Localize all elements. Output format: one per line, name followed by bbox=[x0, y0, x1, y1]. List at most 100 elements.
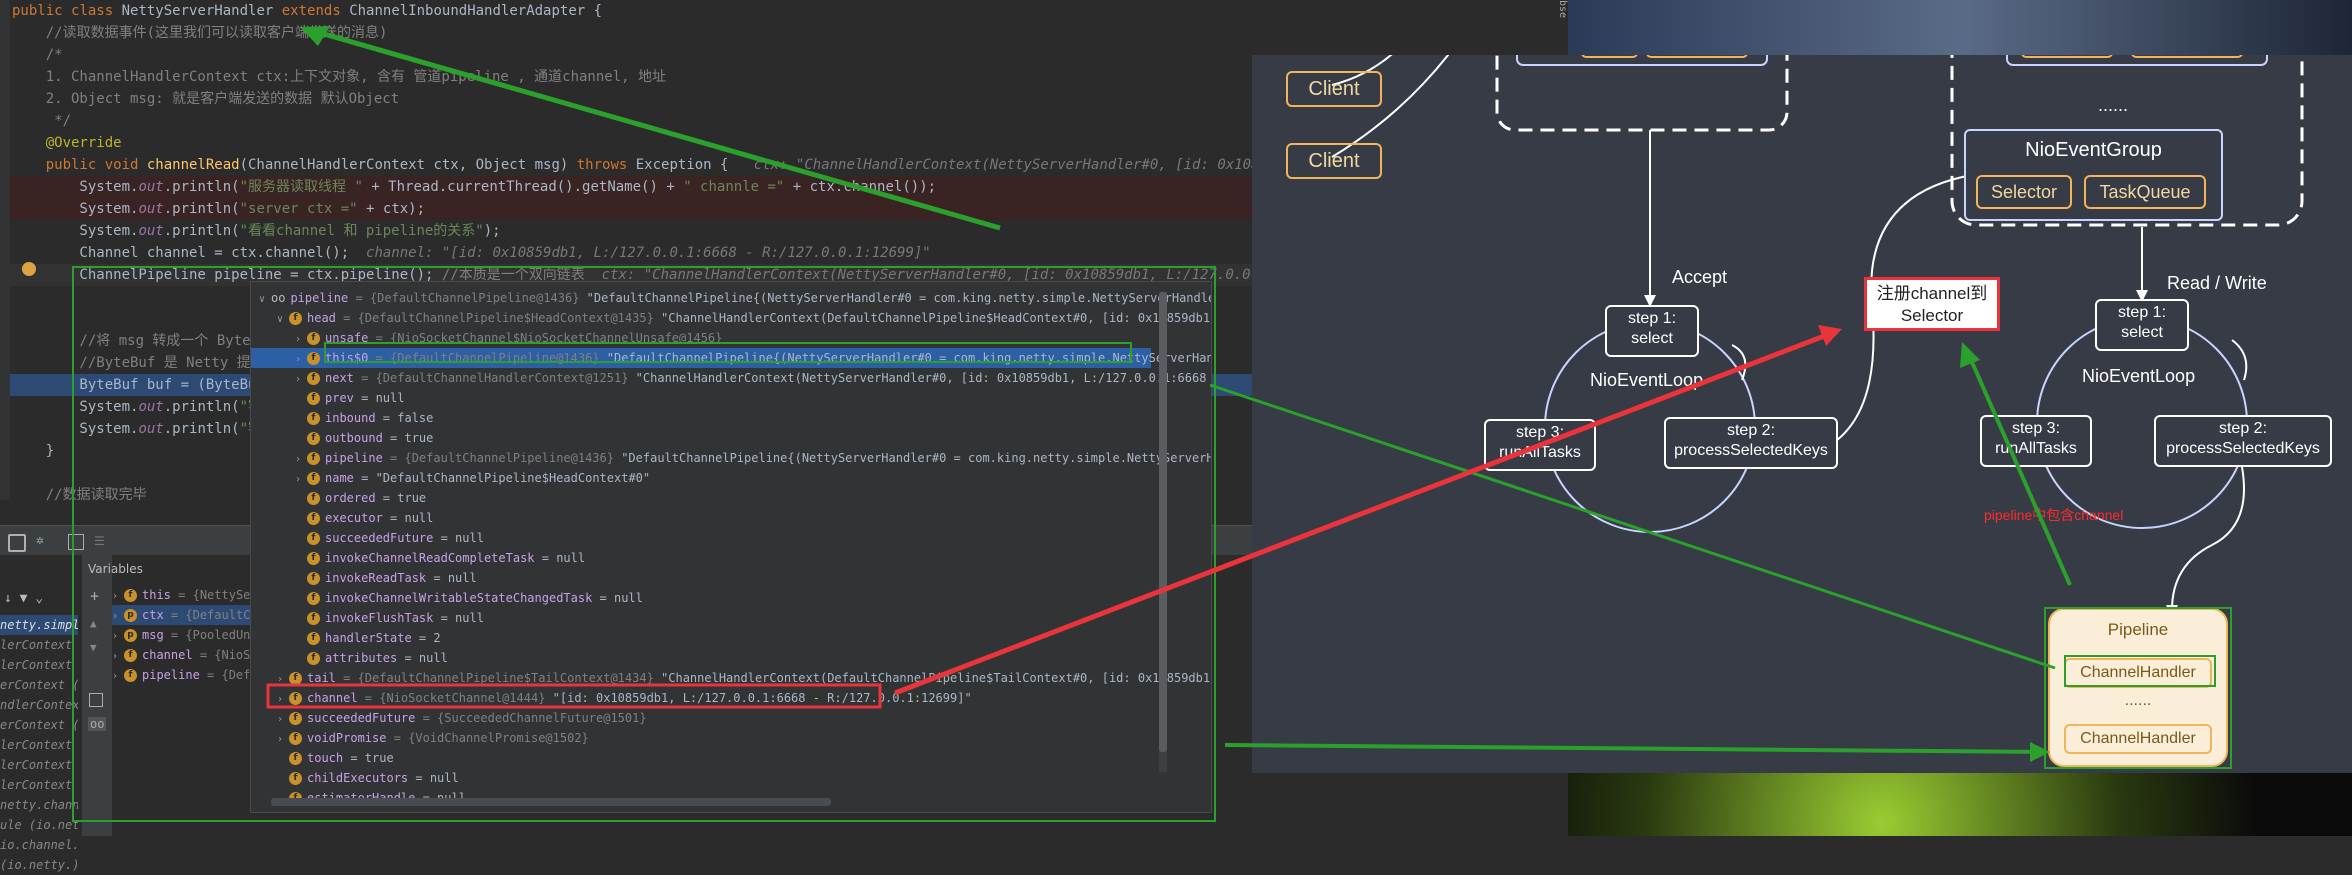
popup-tree-row[interactable]: › f voidPromise = {VoidChannelPromise@1502… bbox=[251, 728, 1151, 748]
code-line[interactable]: 2. Object msg: 就是客户端发送的数据 默认Object bbox=[12, 88, 399, 110]
settings-icon[interactable]: ✲ bbox=[36, 534, 50, 548]
stack-frame[interactable]: lerContext (io. bbox=[0, 655, 78, 675]
popup-tree-row[interactable]: f attributes = null bbox=[251, 648, 1151, 668]
layout-icon[interactable] bbox=[68, 534, 84, 550]
expand-arrow-icon[interactable]: › bbox=[295, 330, 307, 350]
field-value: = null bbox=[353, 391, 405, 405]
evaluate-popup[interactable]: ∨ oo pipeline = {DefaultChannelPipeline@14… bbox=[250, 281, 1212, 813]
code-line[interactable]: public void channelRead(ChannelHandlerCo… bbox=[12, 154, 1327, 176]
popup-tree-row[interactable]: f succeededFuture = null bbox=[251, 528, 1151, 548]
code-line[interactable]: System.out.println("客 bbox=[12, 396, 262, 418]
expand-arrow-icon[interactable]: › bbox=[112, 607, 124, 627]
move-up-icon[interactable]: ▲ bbox=[90, 617, 97, 630]
expand-arrow-icon[interactable]: › bbox=[112, 627, 124, 647]
variable-row[interactable]: › f channel = {NioSoc bbox=[112, 645, 265, 665]
code-line[interactable]: } bbox=[12, 440, 54, 462]
add-watch-icon[interactable]: + bbox=[90, 587, 99, 605]
popup-tree-row[interactable]: › f tail = {DefaultChannelPipeline$TailCon… bbox=[251, 668, 1211, 690]
stack-frame[interactable]: lerContext (io. bbox=[0, 755, 78, 775]
popup-tree-row[interactable]: f prev = null bbox=[251, 388, 1151, 408]
loop1-step2-line1: step 2: bbox=[1726, 422, 1776, 439]
popup-tree-row[interactable]: › f unsafe = {NioSocketChannel$NioSocketCh… bbox=[251, 328, 1151, 348]
popup-tree-row[interactable]: f outbound = true bbox=[251, 428, 1151, 448]
stack-frame[interactable]: netty.simple) bbox=[0, 615, 78, 635]
popup-tree-row[interactable]: f executor = null bbox=[251, 508, 1151, 528]
popup-tree-row[interactable]: ∨ oo pipeline = {DefaultChannelPipeline@14… bbox=[251, 288, 1211, 310]
stack-frame[interactable]: erContext (io.n bbox=[0, 715, 78, 735]
field-icon: p bbox=[124, 609, 137, 622]
stack-frame[interactable]: io.channel.nio bbox=[0, 835, 78, 855]
popup-tree-row[interactable]: › f name = "DefaultChannelPipeline$HeadCon… bbox=[251, 468, 1151, 488]
code-line[interactable]: Channel channel = ctx.channel(); channel… bbox=[12, 242, 930, 264]
stack-frame[interactable]: ndlerContext (io. bbox=[0, 695, 78, 715]
restore-layout-icon[interactable] bbox=[8, 534, 26, 552]
expand-arrow-icon[interactable]: › bbox=[112, 667, 124, 687]
move-down-icon[interactable]: ▼ bbox=[90, 641, 97, 654]
popup-tree-row[interactable]: f invokeReadTask = null bbox=[251, 568, 1151, 588]
infinity-icon[interactable]: oo bbox=[88, 717, 107, 731]
stack-frame[interactable]: (io.netty.) bbox=[0, 855, 78, 875]
code-line[interactable]: System.out.println("客 bbox=[12, 418, 262, 440]
code-line[interactable]: //数据读取完毕 bbox=[12, 484, 147, 506]
lightbulb-icon[interactable] bbox=[22, 262, 36, 276]
expand-arrow-icon[interactable]: ∨ bbox=[277, 310, 289, 330]
frames-toolbar: ↓ ▼ ⌄ bbox=[4, 591, 44, 606]
popup-tree-row[interactable]: › f next = {DefaultChannelHandlerContext@1… bbox=[251, 368, 1211, 390]
code-line[interactable]: //读取数据事件(这里我们可以读取客户端发送的消息) bbox=[12, 22, 388, 44]
stack-frame[interactable]: lerContext (io. bbox=[0, 635, 78, 655]
expand-arrow-icon[interactable]: › bbox=[112, 587, 124, 607]
popup-tree-row[interactable]: f childExecutors = null bbox=[251, 768, 1151, 788]
popup-tree-row[interactable]: f invokeChannelReadCompleteTask = null bbox=[251, 548, 1151, 568]
popup-tree-row[interactable]: f ordered = true bbox=[251, 488, 1151, 508]
popup-tree-row[interactable]: f invokeChannelWritableStateChangedTask =… bbox=[251, 588, 1151, 608]
expand-arrow-icon[interactable]: ∨ bbox=[259, 290, 271, 310]
stack-frame[interactable]: erContext (io.n bbox=[0, 675, 78, 695]
expand-arrow-icon[interactable]: › bbox=[295, 450, 307, 470]
popup-tree-row[interactable]: › f succeededFuture = {SucceededChannelFut… bbox=[251, 708, 1151, 728]
popup-tree-row[interactable]: f handlerState = 2 bbox=[251, 628, 1151, 648]
popup-tree-row[interactable]: › f pipeline = {DefaultChannelPipeline@143… bbox=[251, 448, 1211, 470]
stack-frame[interactable]: lerContext (io. bbox=[0, 775, 78, 795]
popup-tree-row[interactable]: f touch = true bbox=[251, 748, 1151, 768]
popup-tree-row[interactable]: ∨ f head = {DefaultChannelPipeline$HeadCon… bbox=[251, 308, 1211, 330]
code-line[interactable]: 1. ChannelHandlerContext ctx:上下文对象, 含有 管… bbox=[12, 66, 666, 88]
code-line[interactable]: */ bbox=[12, 110, 71, 132]
code-line[interactable]: @Override bbox=[12, 132, 122, 154]
expand-arrow-icon[interactable]: › bbox=[295, 370, 307, 390]
code-token: */ bbox=[12, 113, 72, 129]
expand-arrow-icon[interactable]: › bbox=[277, 690, 289, 710]
popup-tree-row[interactable]: › f channel = {NioSocketChannel@1444} "[id… bbox=[251, 688, 1151, 708]
side-tab[interactable]: bse bbox=[1550, 0, 1568, 30]
expand-arrow-icon[interactable]: › bbox=[295, 470, 307, 490]
list-icon[interactable]: ☰ bbox=[94, 534, 108, 548]
code-token: .println( bbox=[163, 223, 240, 239]
code-line[interactable]: /* bbox=[12, 44, 63, 66]
variable-row[interactable]: › p msg = {PooledUns bbox=[112, 625, 258, 645]
field-type: = {DefaultChannelPipeline@1436} bbox=[348, 291, 580, 305]
expand-arrow-icon[interactable]: › bbox=[277, 670, 289, 690]
code-token: + ctx); bbox=[357, 201, 426, 217]
popup-tree-row[interactable]: f invokeFlushTask = null bbox=[251, 608, 1151, 628]
code-line[interactable]: public class NettyServerHandler extends … bbox=[12, 0, 602, 22]
code-line[interactable]: //将 msg 转成一个 ByteBu bbox=[12, 330, 267, 352]
expand-arrow-icon[interactable]: › bbox=[277, 730, 289, 750]
popup-hscrollbar[interactable] bbox=[271, 798, 831, 806]
stack-frame[interactable]: netty.channel bbox=[0, 795, 78, 815]
popup-scrollbar[interactable] bbox=[1159, 292, 1167, 772]
expand-arrow-icon[interactable]: › bbox=[295, 350, 307, 370]
stack-frame[interactable]: ule (io.netty.c bbox=[0, 815, 78, 835]
frames-list[interactable]: ↓ ▼ ⌄ netty.simple)lerContext (io.lerCon… bbox=[0, 555, 83, 872]
popup-tree-row[interactable]: › f this$0 = {DefaultChannelPipeline@1436}… bbox=[251, 348, 1211, 370]
variable-row[interactable]: › p ctx = {DefaultChannel bbox=[112, 605, 294, 627]
popup-tree-row[interactable]: f inbound = false bbox=[251, 408, 1151, 428]
copy-icon[interactable] bbox=[89, 693, 103, 707]
code-line[interactable]: //ByteBuf 是 Netty 提供 bbox=[12, 352, 264, 374]
code-line[interactable]: System.out.println("看看channel 和 pipeline… bbox=[12, 220, 500, 242]
field-value: = true bbox=[382, 431, 434, 445]
field-value: = null bbox=[592, 591, 643, 605]
field-name: invokeChannelWritableStateChangedTask bbox=[325, 591, 593, 605]
expand-arrow-icon[interactable]: › bbox=[112, 647, 124, 667]
stack-frame[interactable]: lerContext (io. bbox=[0, 735, 78, 755]
field-value: = null bbox=[433, 531, 484, 545]
expand-arrow-icon[interactable]: › bbox=[277, 710, 289, 730]
